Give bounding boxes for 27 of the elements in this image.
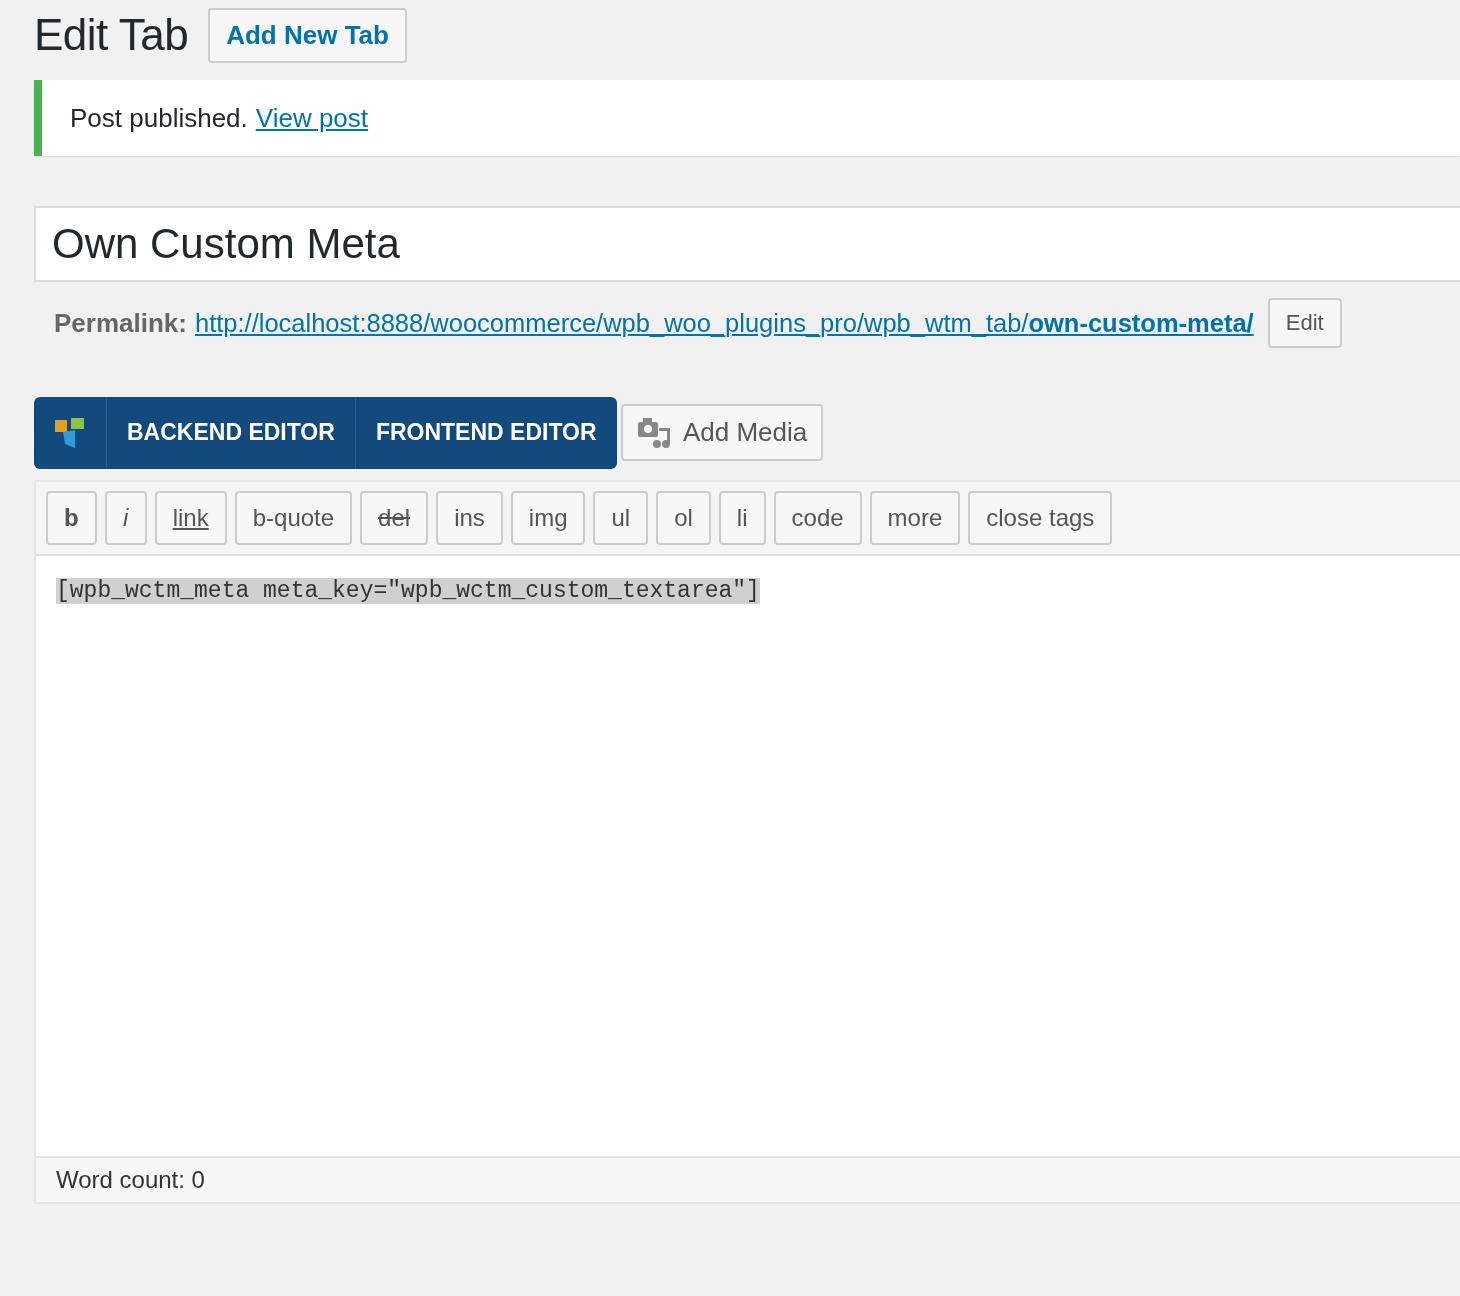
format-button[interactable]: del — [360, 490, 429, 545]
editor-mode-button[interactable]: FRONTEND EDITOR — [355, 396, 617, 469]
page-title: Edit Tab — [34, 10, 189, 60]
view-post-link[interactable]: View post — [255, 102, 369, 134]
format-button[interactable]: b-quote — [234, 490, 353, 545]
format-button[interactable]: i — [104, 490, 147, 545]
format-button[interactable]: ul — [593, 490, 649, 545]
word-count: Word count: 0 — [56, 1165, 205, 1194]
format-button[interactable]: more — [869, 490, 961, 545]
format-button[interactable]: li — [718, 490, 766, 545]
format-button[interactable]: close tags — [968, 490, 1113, 545]
editor-mode-button[interactable]: BACKEND EDITOR — [107, 396, 356, 469]
permalink-label: Permalink: — [54, 307, 187, 339]
add-new-tab-button[interactable]: Add New Tab — [208, 7, 407, 63]
format-button[interactable]: ol — [656, 490, 711, 545]
format-button[interactable]: img — [510, 490, 586, 545]
format-button[interactable]: code — [773, 490, 862, 545]
shortcode-text: [wpb_wctm_meta meta_key="wpb_wctm_custom_textarea"] — [56, 577, 760, 604]
add-media-button[interactable]: Add Media — [620, 404, 824, 461]
text-area[interactable]: [wpb_wctm_meta meta_key="wpb_wctm_custom_textarea"] — [36, 555, 1460, 1156]
title-field[interactable]: Own Custom Meta — [34, 206, 1460, 282]
permalink-link[interactable]: http://localhost:8888/woocommerce/wpb_woo_plugins_pro/wpb_wtm_tab/own-custom-meta/ — [194, 308, 1254, 338]
edit-permalink-button[interactable]: Edit — [1267, 298, 1342, 348]
notice-message: Post published. — [70, 102, 248, 134]
format-button[interactable]: b — [46, 490, 97, 545]
format-button[interactable]: link — [154, 490, 227, 545]
format-button[interactable]: ins — [436, 490, 503, 545]
